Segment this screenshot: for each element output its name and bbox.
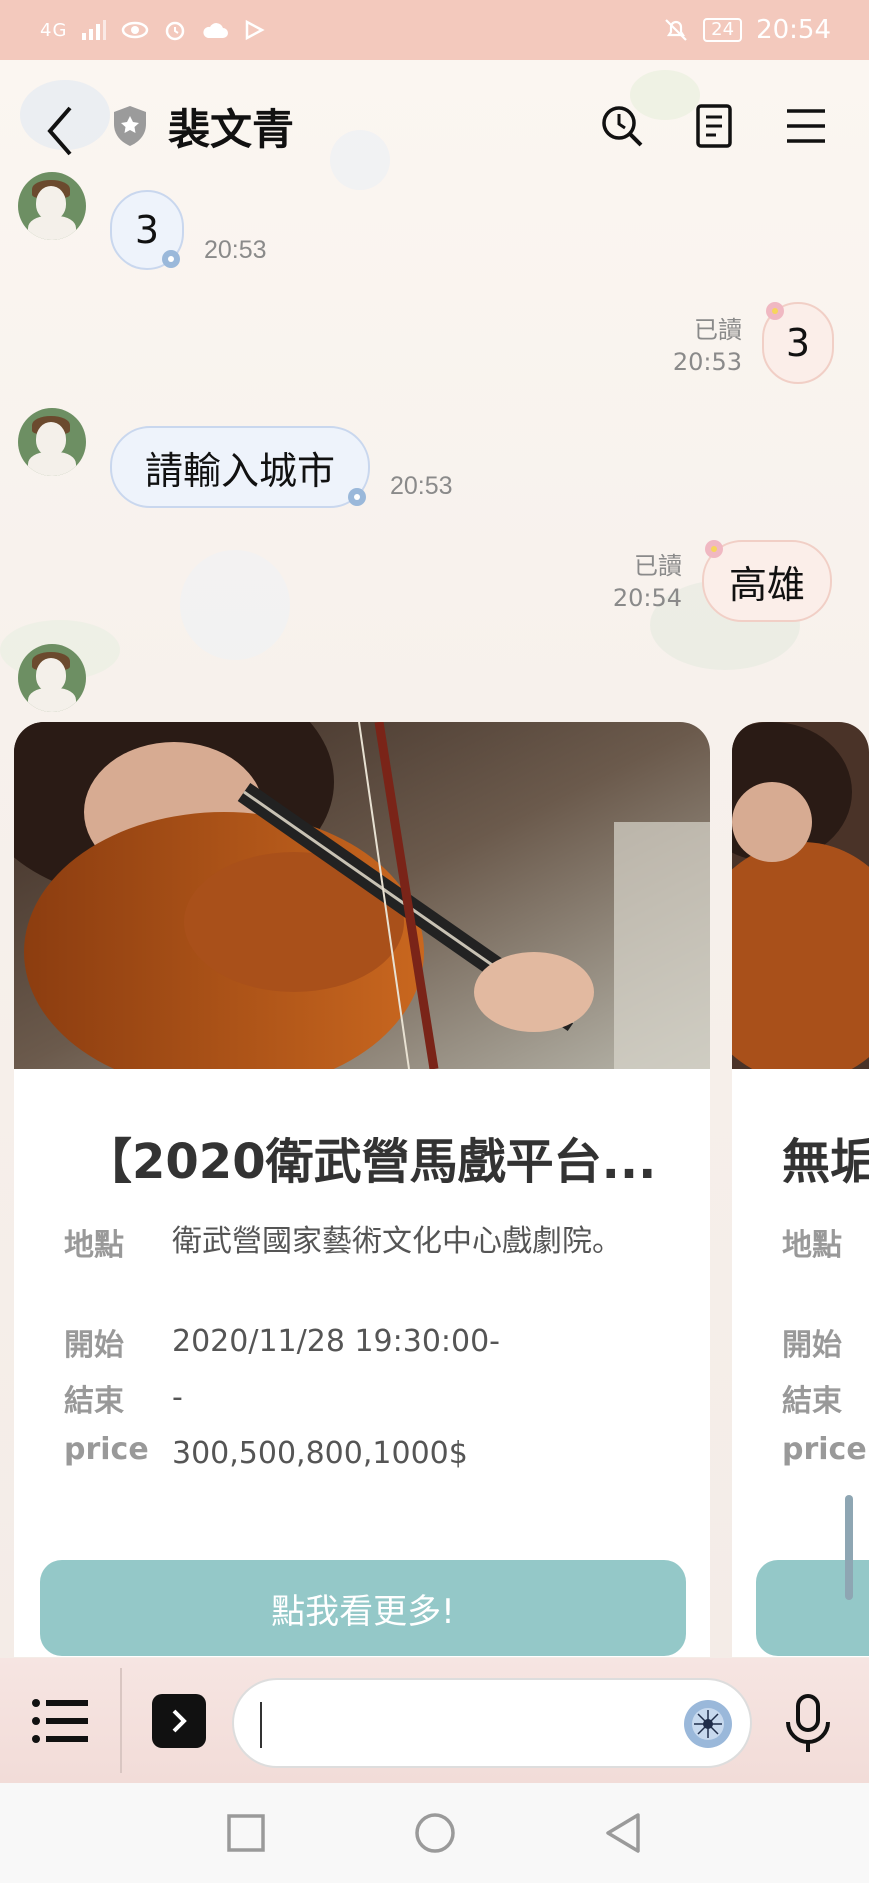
text-cursor — [260, 1702, 262, 1748]
chevron-right-icon — [172, 1709, 187, 1733]
info-value: 300,500,800,1000$ — [172, 1436, 468, 1471]
chat-header: 裴文青 — [0, 60, 869, 192]
divider — [120, 1668, 122, 1773]
avatar[interactable] — [18, 408, 86, 476]
message-text: 3 — [134, 208, 160, 252]
info-key: 開始 — [782, 1328, 842, 1363]
message-time: 20:53 — [390, 472, 453, 500]
read-label: 已讀 — [634, 552, 682, 580]
battery-indicator: 24 — [703, 18, 743, 42]
status-time: 20:54 — [756, 15, 831, 45]
message-text: 請輸入城市 — [144, 448, 335, 493]
info-key: 開始 — [64, 1328, 124, 1363]
info-row: 開始 — [782, 1320, 869, 1364]
notes-icon[interactable] — [691, 103, 737, 149]
event-card[interactable]: 【2020衛武營馬戲平台... 地點 衛武營國家藝術文化中心戲劇院。 開始 20… — [14, 722, 710, 1657]
signal-indicator: 4G — [40, 19, 68, 41]
signal-bars-icon — [82, 20, 107, 40]
info-row: 結束 - — [64, 1376, 632, 1420]
recent-apps-icon[interactable] — [224, 1811, 268, 1855]
chat-title: 裴文青 — [168, 104, 295, 154]
event-title: 無垢 — [782, 1134, 869, 1190]
clock-search-icon[interactable] — [599, 103, 645, 149]
avatar[interactable] — [18, 172, 86, 240]
violin-photo — [14, 722, 710, 1069]
message-read-status: 已讀 20:54 — [600, 550, 682, 614]
sticker-flower-icon[interactable] — [680, 1696, 736, 1752]
chevron-left-icon — [47, 106, 72, 156]
home-icon[interactable] — [413, 1811, 457, 1855]
avatar[interactable] — [18, 644, 86, 712]
info-value: 2020/11/28 19:30:00- — [172, 1324, 501, 1359]
info-key: price — [64, 1432, 149, 1467]
message-time: 20:54 — [612, 584, 682, 612]
cloud-icon — [203, 23, 229, 38]
message-bubble-incoming[interactable]: 請輸入城市 — [110, 426, 370, 508]
status-bar: 4G 24 20:54 — [0, 0, 869, 60]
back-nav-icon[interactable] — [602, 1811, 646, 1855]
back-button[interactable] — [40, 104, 84, 156]
event-photo — [14, 722, 710, 1069]
flower-sticker-icon — [705, 540, 723, 558]
alarm-icon — [166, 21, 185, 41]
hamburger-icon[interactable] — [783, 103, 829, 149]
info-key: 地點 — [782, 1228, 842, 1263]
info-row: 開始 2020/11/28 19:30:00- — [64, 1320, 632, 1364]
scrollbar[interactable] — [845, 1495, 853, 1600]
mute-bell-icon — [665, 19, 687, 41]
info-row: 結束 — [782, 1376, 869, 1420]
info-key: price — [782, 1432, 867, 1467]
eye-icon — [122, 21, 149, 39]
microphone-icon[interactable] — [782, 1694, 834, 1754]
system-navigation-bar — [0, 1783, 869, 1883]
info-row: 地點 — [782, 1220, 869, 1264]
expand-button[interactable] — [152, 1694, 206, 1748]
message-time: 20:53 — [672, 348, 742, 376]
shield-star-icon — [114, 106, 146, 146]
message-text: 高雄 — [728, 562, 805, 607]
message-input[interactable] — [232, 1678, 752, 1768]
flower-sticker-icon — [766, 302, 784, 320]
message-read-status: 已讀 20:53 — [660, 314, 742, 378]
message-text: 3 — [785, 321, 811, 365]
info-row: price 300,500,800,1000$ — [64, 1432, 632, 1476]
message-input-bar — [0, 1658, 869, 1783]
info-value: 衛武營國家藝術文化中心戲劇院。 — [172, 1224, 622, 1259]
message-time: 20:53 — [204, 236, 267, 264]
list-icon[interactable] — [32, 1698, 88, 1744]
see-more-button[interactable]: 點我看更多! — [40, 1560, 686, 1656]
info-key: 結束 — [782, 1384, 842, 1419]
event-photo — [732, 722, 869, 1069]
info-row: price — [782, 1432, 869, 1467]
info-row: 地點 衛武營國家藝術文化中心戲劇院。 — [64, 1220, 632, 1264]
event-title: 【2020衛武營馬戲平台... — [84, 1134, 657, 1190]
info-value: - — [172, 1380, 183, 1415]
violin-photo — [732, 722, 869, 1069]
info-key: 地點 — [64, 1228, 124, 1263]
read-label: 已讀 — [694, 316, 742, 344]
info-key: 結束 — [64, 1384, 124, 1419]
flower-sticker-icon — [348, 488, 366, 506]
play-icon — [246, 19, 266, 41]
flower-sticker-icon — [162, 250, 180, 268]
